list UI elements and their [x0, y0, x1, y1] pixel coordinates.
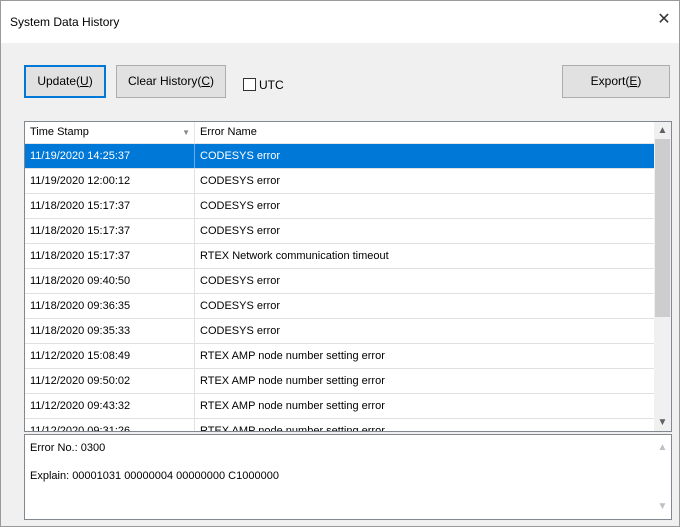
- update-label: Update(: [37, 74, 81, 88]
- time-stamp-cell: 11/18/2020 15:17:37: [25, 194, 195, 218]
- time-stamp-cell: 11/18/2020 09:36:35: [25, 294, 195, 318]
- time-stamp-cell: 11/18/2020 09:35:33: [25, 319, 195, 343]
- time-stamp-cell: 11/18/2020 09:40:50: [25, 269, 195, 293]
- error-name-cell: RTEX AMP node number setting error: [200, 400, 385, 412]
- error-detail-box[interactable]: Error No.: 0300 Explain: 00001031 000000…: [24, 434, 672, 520]
- clear-label: Clear History(: [127, 74, 202, 88]
- update-label-end: ): [88, 74, 93, 88]
- error-name-cell: RTEX AMP node number setting error: [200, 350, 385, 362]
- sort-descending-icon: ▼: [182, 128, 190, 137]
- error-name-cell: RTEX Network communication timeout: [200, 250, 389, 262]
- table-row[interactable]: 11/18/2020 15:17:37 RTEX Network communic…: [25, 244, 654, 269]
- error-name-cell: RTEX AMP node number setting error: [200, 425, 385, 432]
- export-button[interactable]: Export(E): [562, 65, 670, 98]
- scroll-down-icon[interactable]: ▼: [654, 414, 671, 431]
- system-data-history-window: System Data History ✕ Update(U) Clear Hi…: [0, 0, 680, 527]
- time-stamp-cell: 11/12/2020 09:43:32: [25, 394, 195, 418]
- error-name-cell: CODESYS error: [200, 275, 281, 287]
- window-title: System Data History: [10, 15, 120, 29]
- clear-accesskey: C: [201, 74, 210, 88]
- table-row[interactable]: 11/12/2020 09:50:02 RTEX AMP node number …: [25, 369, 654, 394]
- utc-checkbox-box[interactable]: [243, 78, 256, 92]
- table-row[interactable]: 11/19/2020 12:00:12 CODESYS error: [25, 169, 654, 194]
- detail-scroll-up-icon[interactable]: ▲: [654, 439, 671, 456]
- column-header-error-name[interactable]: Error Name: [195, 122, 654, 143]
- update-accesskey: U: [80, 74, 89, 88]
- table-row[interactable]: 11/12/2020 09:31:26 RTEX AMP node number …: [25, 419, 654, 432]
- utc-checkbox[interactable]: UTC: [243, 77, 284, 92]
- time-stamp-cell: 11/18/2020 15:17:37: [25, 219, 195, 243]
- error-name-cell: CODESYS error: [200, 300, 281, 312]
- table-row[interactable]: 11/18/2020 09:36:35 CODESYS error: [25, 294, 654, 319]
- error-name-cell: CODESYS error: [200, 200, 281, 212]
- time-stamp-cell: 11/18/2020 15:17:37: [25, 244, 195, 268]
- detail-vertical-scrollbar[interactable]: ▲ ▼: [654, 435, 671, 519]
- time-stamp-cell: 11/12/2020 15:08:49: [25, 344, 195, 368]
- column-header-time-stamp[interactable]: Time Stamp ▼: [25, 122, 195, 143]
- table-row[interactable]: 11/12/2020 09:43:32 RTEX AMP node number …: [25, 394, 654, 419]
- error-name-cell: CODESYS error: [200, 175, 281, 187]
- time-stamp-cell: 11/12/2020 09:50:02: [25, 369, 195, 393]
- list-vertical-scrollbar[interactable]: ▲ ▼: [654, 122, 671, 431]
- title-bar: System Data History ✕: [1, 1, 679, 43]
- scroll-up-icon[interactable]: ▲: [654, 122, 671, 139]
- error-explain: Explain: 00001031 00000004 00000000 C100…: [30, 470, 279, 482]
- time-stamp-cell: 11/12/2020 09:31:26: [25, 419, 195, 431]
- table-row[interactable]: 11/19/2020 14:25:37 CODESYS error: [25, 144, 654, 169]
- update-button[interactable]: Update(U): [24, 65, 106, 98]
- list-rows: 11/19/2020 14:25:37 CODESYS error 11/19/20…: [25, 144, 654, 432]
- table-row[interactable]: 11/12/2020 15:08:49 RTEX AMP node number …: [25, 344, 654, 369]
- error-number: Error No.: 0300: [30, 442, 106, 454]
- column-header-time-stamp-label: Time Stamp: [30, 126, 89, 138]
- close-icon[interactable]: ✕: [653, 9, 675, 31]
- error-name-cell: CODESYS error: [200, 225, 281, 237]
- column-header-error-name-label: Error Name: [200, 126, 257, 138]
- export-label-end: ): [637, 74, 642, 88]
- error-name-cell: CODESYS error: [200, 150, 281, 162]
- table-row[interactable]: 11/18/2020 09:35:33 CODESYS error: [25, 319, 654, 344]
- time-stamp-cell: 11/19/2020 12:00:12: [25, 169, 195, 193]
- table-row[interactable]: 11/18/2020 09:40:50 CODESYS error: [25, 269, 654, 294]
- time-stamp-cell: 11/19/2020 14:25:37: [25, 144, 195, 168]
- table-row[interactable]: 11/18/2020 15:17:37 CODESYS error: [25, 219, 654, 244]
- list-header: Time Stamp ▼ Error Name: [25, 122, 654, 144]
- clear-label-end: ): [210, 74, 214, 88]
- export-label: Export(: [590, 74, 630, 88]
- error-name-cell: RTEX AMP node number setting error: [200, 375, 385, 387]
- error-name-cell: CODESYS error: [200, 325, 281, 337]
- table-row[interactable]: 11/18/2020 15:17:37 CODESYS error: [25, 194, 654, 219]
- scrollbar-thumb[interactable]: [655, 139, 670, 317]
- detail-scroll-down-icon[interactable]: ▼: [654, 498, 671, 515]
- utc-checkbox-label: UTC: [259, 77, 284, 92]
- history-list[interactable]: Time Stamp ▼ Error Name 11/19/2020 14:25…: [24, 121, 672, 432]
- clear-history-button[interactable]: Clear History(C): [116, 65, 226, 98]
